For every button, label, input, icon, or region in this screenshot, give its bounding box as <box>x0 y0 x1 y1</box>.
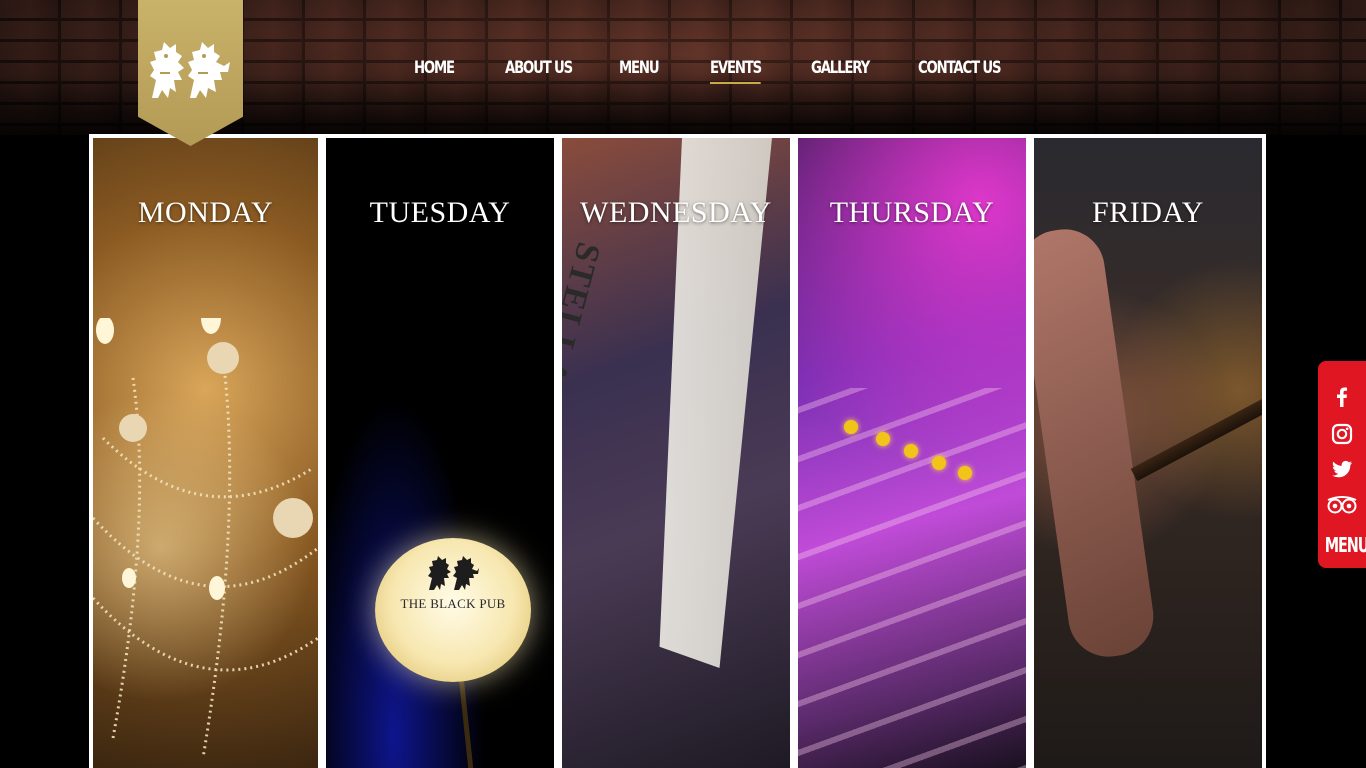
guitarist-arm-image <box>1034 224 1159 662</box>
logo-banner[interactable] <box>138 0 243 146</box>
event-panel-friday[interactable]: FRIDAY <box>1034 138 1262 768</box>
lamp-pole <box>458 678 475 768</box>
events-page: HOME ABOUT US MENU EVENTS GALLERY CONTAC… <box>0 0 1366 768</box>
social-sidebar: MENU <box>1318 361 1366 568</box>
nav-contact-us[interactable]: CONTACT US <box>918 58 1002 78</box>
instagram-icon[interactable] <box>1330 422 1354 446</box>
guitar-neck-image <box>1130 398 1262 482</box>
nav-gallery[interactable]: GALLERY <box>811 58 870 78</box>
nav-menu[interactable]: MENU <box>619 58 660 78</box>
panel-title-tuesday: TUESDAY <box>369 196 511 229</box>
lion-crest-icon <box>428 556 479 590</box>
console-knob <box>958 466 972 480</box>
facebook-icon[interactable] <box>1330 385 1354 409</box>
console-knob <box>876 432 890 446</box>
event-panel-monday[interactable]: MONDAY <box>93 138 318 768</box>
event-panel-thursday[interactable]: THURSDAY <box>798 138 1026 768</box>
console-knob <box>904 444 918 458</box>
nav-home[interactable]: HOME <box>414 58 455 78</box>
lamp-text: THE BLACK PUB <box>400 596 506 611</box>
panel-title-wednesday: WEDNESDAY <box>580 196 772 229</box>
flag-text: STELLA ARTOIS <box>562 238 607 532</box>
console-knob <box>844 420 858 434</box>
nav-events[interactable]: EVENTS <box>710 58 762 84</box>
nav-about-us[interactable]: ABOUT US <box>505 58 573 78</box>
lamp-image: THE BLACK PUB <box>375 538 531 682</box>
chandelier-image <box>93 318 318 759</box>
panel-title-friday: FRIDAY <box>1092 196 1204 229</box>
side-menu-button[interactable]: MENU <box>1325 533 1366 557</box>
twitter-icon[interactable] <box>1330 457 1354 481</box>
console-knob <box>932 456 946 470</box>
lion-crest-icon <box>150 42 230 98</box>
tripadvisor-icon[interactable] <box>1326 493 1358 517</box>
panel-title-monday: MONDAY <box>137 196 274 229</box>
panel-title-thursday: THURSDAY <box>829 196 995 229</box>
event-panel-wednesday[interactable]: STELLA ARTOIS WEDNESDAY <box>562 138 790 768</box>
events-panels: MONDAY TUESDAY THE BLACK PUB STELLA ARTO… <box>89 134 1266 768</box>
event-panel-tuesday[interactable]: TUESDAY THE BLACK PUB <box>326 138 554 768</box>
